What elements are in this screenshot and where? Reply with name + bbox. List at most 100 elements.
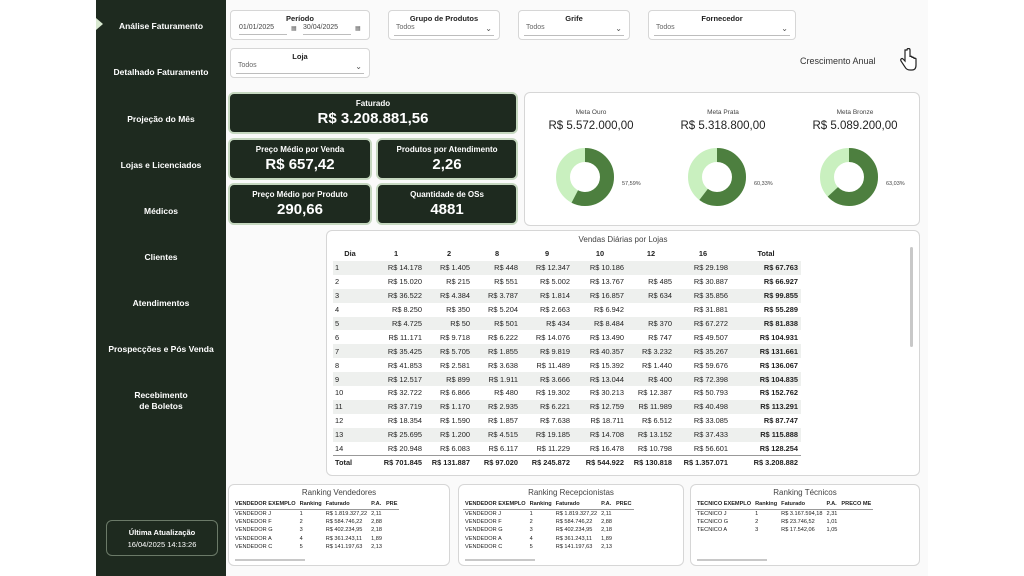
- table-cell: 3: [529, 527, 533, 534]
- table-cell: R$ 29.198: [675, 261, 731, 275]
- table-cell: R$ 32.722: [387, 388, 422, 398]
- kpi-avg-price-product-label: Preço Médio por Produto: [252, 190, 348, 199]
- table-cell: TECNICO J: [697, 510, 727, 517]
- nav-lojas-e-licenciados[interactable]: Lojas e Licenciados: [96, 160, 226, 171]
- table-cell: R$ 2.663: [540, 305, 570, 315]
- hand-pointer-icon[interactable]: [898, 48, 918, 72]
- ranking-col-header[interactable]: Ranking: [297, 499, 324, 510]
- nav-atendimentos[interactable]: Atendimentos: [96, 298, 226, 309]
- table-cell: R$ 131.887: [425, 454, 473, 470]
- brand-select[interactable]: Todos ⌄: [524, 24, 624, 36]
- table-cell: R$ 14.708: [573, 427, 627, 442]
- daily-col-header[interactable]: 8: [473, 245, 521, 261]
- table-cell: 12: [335, 416, 344, 426]
- daily-col-header[interactable]: Total: [731, 245, 801, 261]
- ranking-col-header[interactable]: Ranking: [753, 499, 780, 510]
- ranking-col-header[interactable]: Ranking: [527, 499, 554, 510]
- table-cell: 14: [335, 443, 344, 453]
- daily-col-header[interactable]: 12: [627, 245, 675, 261]
- table-cell: R$ 9.819: [521, 344, 573, 359]
- table-cell: R$ 49.507: [693, 332, 728, 342]
- table-row: 11 R$ 37.719 R$ 1.170 R$ 2.935 R$ 6.221 R$ 12…: [333, 399, 801, 414]
- ranking-col-header[interactable]: Faturado: [553, 499, 600, 510]
- period-start-input[interactable]: 01/01/2025: [239, 24, 287, 35]
- ranking-col-header[interactable]: P.A.: [369, 499, 384, 510]
- calendar-icon[interactable]: ▦: [291, 25, 297, 32]
- daily-col-header[interactable]: 9: [521, 245, 573, 261]
- brand-value: Todos: [526, 24, 545, 31]
- table-cell: R$ 5.002: [540, 277, 570, 287]
- ranking-col-header[interactable]: TECNICO EXEMPLO: [695, 499, 754, 510]
- ranking-col-header[interactable]: PREC: [613, 499, 634, 510]
- ranking-col-header[interactable]: P.A.: [824, 499, 840, 510]
- goal-silver-donut[interactable]: [685, 145, 749, 209]
- table-cell: R$ 4.725: [367, 316, 425, 331]
- chevron-down-icon[interactable]: ⌄: [781, 24, 788, 33]
- table-cell: R$ 35.267: [675, 344, 731, 359]
- table-cell: 5: [529, 544, 533, 551]
- period-end-input[interactable]: 30/04/2025: [303, 24, 351, 35]
- store-filter[interactable]: Loja Todos ⌄: [230, 48, 370, 78]
- growth-link[interactable]: Crescimento Anual: [800, 56, 876, 66]
- table-cell: R$ 10.186: [573, 261, 627, 275]
- table-cell: TECNICO A: [697, 527, 728, 534]
- nav-analise-faturamento[interactable]: Análise Faturamento: [96, 21, 226, 32]
- nav-detalhado-faturamento[interactable]: Detalhado Faturamento: [96, 67, 226, 78]
- kpi-os-count: Quantidade de OSs 4881: [376, 183, 518, 225]
- period-filter: Período 01/01/2025 ▦ 30/04/2025 ▦: [230, 10, 370, 40]
- ranking-col-header[interactable]: PRE: [383, 499, 400, 510]
- daily-sales-header: Dia 1 2 8 9 10 12 16 Total: [333, 245, 801, 261]
- ranking-receptionists-panel: Ranking Recepcionistas VENDEDOR EXEMPLO R…: [458, 484, 684, 566]
- calendar-icon[interactable]: ▦: [355, 25, 361, 32]
- goal-bronze-donut[interactable]: [817, 145, 881, 209]
- table-cell: VENDEDOR A: [235, 535, 272, 542]
- chevron-down-icon[interactable]: ⌄: [485, 24, 492, 33]
- ranking-technicians-scrollbar[interactable]: [697, 559, 767, 561]
- table-cell: R$ 152.762: [759, 388, 798, 398]
- brand-filter[interactable]: Grife Todos ⌄: [518, 10, 630, 40]
- nav-prospeccoes-pos-venda[interactable]: Prospecções e Pós Venda: [96, 344, 226, 355]
- ranking-col-header[interactable]: Faturado: [779, 499, 825, 510]
- table-cell: R$ 8.250: [392, 305, 422, 315]
- kpi-products-per-service-value: 2,26: [432, 156, 462, 173]
- ranking-header-row: TECNICO EXEMPLO Ranking Faturado P.A. PRECO …: [695, 499, 874, 510]
- table-cell: R$ 130.818: [627, 454, 675, 470]
- nav-clientes[interactable]: Clientes: [96, 252, 226, 263]
- table-cell: 2,11: [601, 510, 612, 517]
- goal-gold-donut[interactable]: [553, 145, 617, 209]
- table-cell: R$ 14.076: [535, 332, 570, 342]
- table-cell: R$ 215: [446, 277, 470, 287]
- ranking-col-header[interactable]: VENDEDOR EXEMPLO: [233, 499, 298, 510]
- nav-recebimento-boletos[interactable]: Recebimento de Boletos: [96, 390, 226, 412]
- table-cell: R$ 434: [521, 316, 573, 331]
- chevron-down-icon[interactable]: ⌄: [615, 24, 622, 33]
- store-select[interactable]: Todos ⌄: [236, 62, 364, 74]
- table-cell: R$ 104.931: [759, 332, 798, 342]
- ranking-sellers-scrollbar[interactable]: [235, 559, 305, 561]
- daily-col-header[interactable]: Dia: [333, 245, 367, 261]
- ranking-col-header[interactable]: Faturado: [323, 499, 370, 510]
- chevron-down-icon[interactable]: ⌄: [355, 62, 362, 71]
- ranking-col-header[interactable]: PRECO ME: [839, 499, 874, 510]
- daily-col-header[interactable]: 1: [367, 245, 425, 261]
- table-cell: R$ 115.888: [731, 427, 801, 442]
- product-group-select[interactable]: Todos ⌄: [394, 24, 494, 36]
- table-cell: R$ 634: [627, 288, 675, 303]
- ranking-receptionists-scrollbar[interactable]: [465, 559, 535, 561]
- daily-col-header[interactable]: 2: [425, 245, 473, 261]
- table-cell: [839, 509, 873, 518]
- table-cell: R$ 2.935: [473, 399, 521, 414]
- ranking-col-header[interactable]: VENDEDOR EXEMPLO: [463, 499, 528, 510]
- daily-col-header[interactable]: 10: [573, 245, 627, 261]
- ranking-col-header[interactable]: P.A.: [599, 499, 614, 510]
- table-cell: 2,31: [826, 510, 838, 517]
- supplier-select[interactable]: Todos ⌄: [654, 24, 790, 36]
- daily-table-scrollbar[interactable]: [910, 247, 913, 347]
- table-cell: [614, 526, 634, 535]
- nav-projecao-do-mes[interactable]: Projeção do Mês: [96, 114, 226, 125]
- nav-medicos[interactable]: Médicos: [96, 206, 226, 217]
- table-cell: R$ 50: [425, 316, 473, 331]
- product-group-filter[interactable]: Grupo de Produtos Todos ⌄: [388, 10, 500, 40]
- daily-col-header[interactable]: 16: [675, 245, 731, 261]
- supplier-filter[interactable]: Fornecedor Todos ⌄: [648, 10, 796, 40]
